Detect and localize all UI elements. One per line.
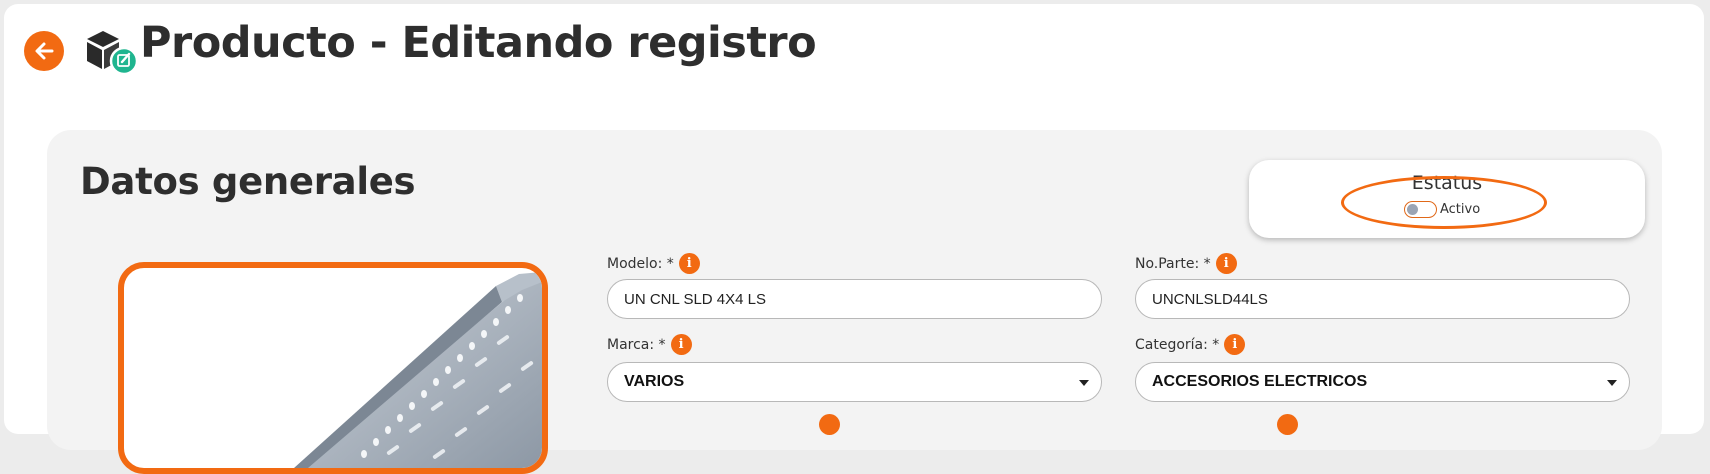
cable-tray-image bbox=[294, 272, 542, 468]
modelo-label-row: Modelo: * i bbox=[607, 253, 700, 274]
section-title: Datos generales bbox=[80, 160, 416, 203]
marca-selected-value: VARIOS bbox=[624, 373, 685, 390]
chevron-down-icon bbox=[1607, 380, 1617, 386]
page-title: Producto - Editando registro bbox=[140, 18, 817, 68]
categoria-label-row: Categoría: * i bbox=[1135, 334, 1246, 355]
info-icon[interactable] bbox=[819, 414, 840, 435]
arrow-left-icon bbox=[35, 42, 54, 60]
status-toggle-label: Activo bbox=[1440, 202, 1481, 217]
info-icon[interactable]: i bbox=[670, 334, 692, 355]
marca-select[interactable]: VARIOS bbox=[607, 362, 1102, 402]
no-parte-label-row: No.Parte: * i bbox=[1135, 253, 1237, 274]
product-image[interactable] bbox=[118, 262, 548, 474]
categoria-selected-value: ACCESORIOS ELECTRICOS bbox=[1152, 373, 1368, 390]
no-parte-input[interactable] bbox=[1135, 279, 1630, 319]
categoria-label: Categoría: * bbox=[1135, 336, 1220, 353]
box-edit-icon bbox=[87, 31, 139, 76]
categoria-select[interactable]: ACCESORIOS ELECTRICOS bbox=[1135, 362, 1630, 402]
toggle-knob bbox=[1407, 204, 1418, 215]
back-button[interactable] bbox=[24, 31, 64, 71]
info-icon[interactable]: i bbox=[1224, 334, 1246, 355]
status-panel: Estatus Activo bbox=[1249, 160, 1645, 238]
info-icon[interactable]: i bbox=[678, 253, 700, 274]
modelo-input[interactable] bbox=[607, 279, 1102, 319]
no-parte-label: No.Parte: * bbox=[1135, 255, 1211, 272]
marca-label: Marca: * bbox=[607, 336, 666, 353]
status-toggle[interactable] bbox=[1404, 201, 1437, 218]
info-icon[interactable]: i bbox=[1215, 253, 1237, 274]
status-label: Estatus bbox=[1411, 172, 1483, 194]
marca-label-row: Marca: * i bbox=[607, 334, 692, 355]
modelo-label: Modelo: * bbox=[607, 255, 674, 272]
info-icon[interactable] bbox=[1277, 414, 1298, 435]
chevron-down-icon bbox=[1079, 380, 1089, 386]
